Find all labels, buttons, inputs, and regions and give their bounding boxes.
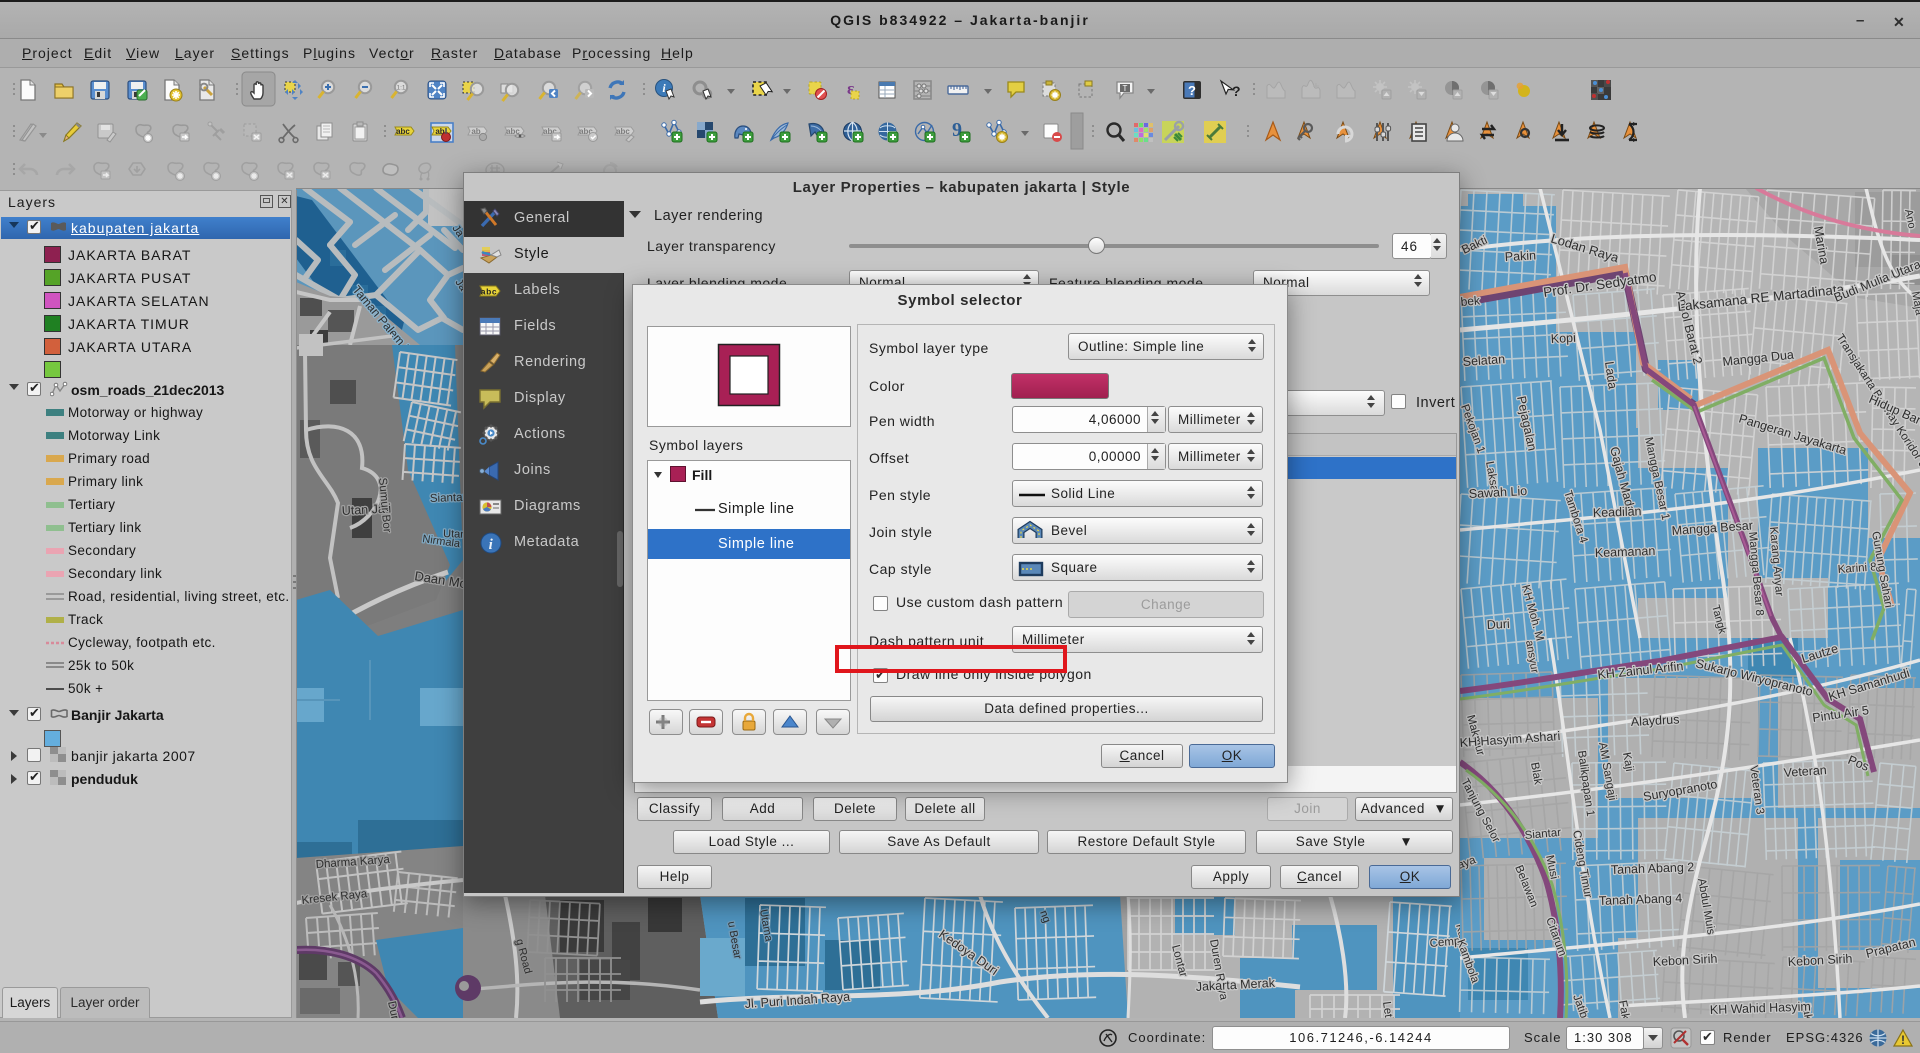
svg-text:Kopi: Kopi (1550, 331, 1576, 346)
svg-text:abc: abc (616, 127, 630, 136)
svg-text:!: ! (1901, 1033, 1905, 1047)
svg-text:?: ? (1188, 83, 1196, 98)
svg-text:i: i (489, 537, 494, 553)
svg-text:abc: abc (481, 287, 497, 297)
svg-text:Duri: Duri (1486, 617, 1510, 632)
svg-text:Selatan: Selatan (1462, 352, 1505, 369)
svg-text:abc: abc (396, 127, 410, 136)
svg-text:Keadilan: Keadilan (1593, 504, 1642, 520)
svg-text:ab: ab (471, 127, 480, 136)
svg-text:?: ? (1232, 83, 1241, 99)
svg-text:Alaydrus: Alaydrus (1630, 712, 1679, 729)
svg-text:1:1: 1:1 (396, 85, 405, 92)
svg-text:Keamanan: Keamanan (1595, 544, 1656, 560)
svg-text:bek: bek (1460, 293, 1481, 309)
svg-text:Tanah Abang 2: Tanah Abang 2 (1611, 860, 1695, 877)
svg-text:Tanah Abang 4: Tanah Abang 4 (1599, 891, 1683, 908)
svg-text:Pakin: Pakin (1504, 248, 1536, 264)
svg-text:T: T (1123, 84, 1128, 93)
